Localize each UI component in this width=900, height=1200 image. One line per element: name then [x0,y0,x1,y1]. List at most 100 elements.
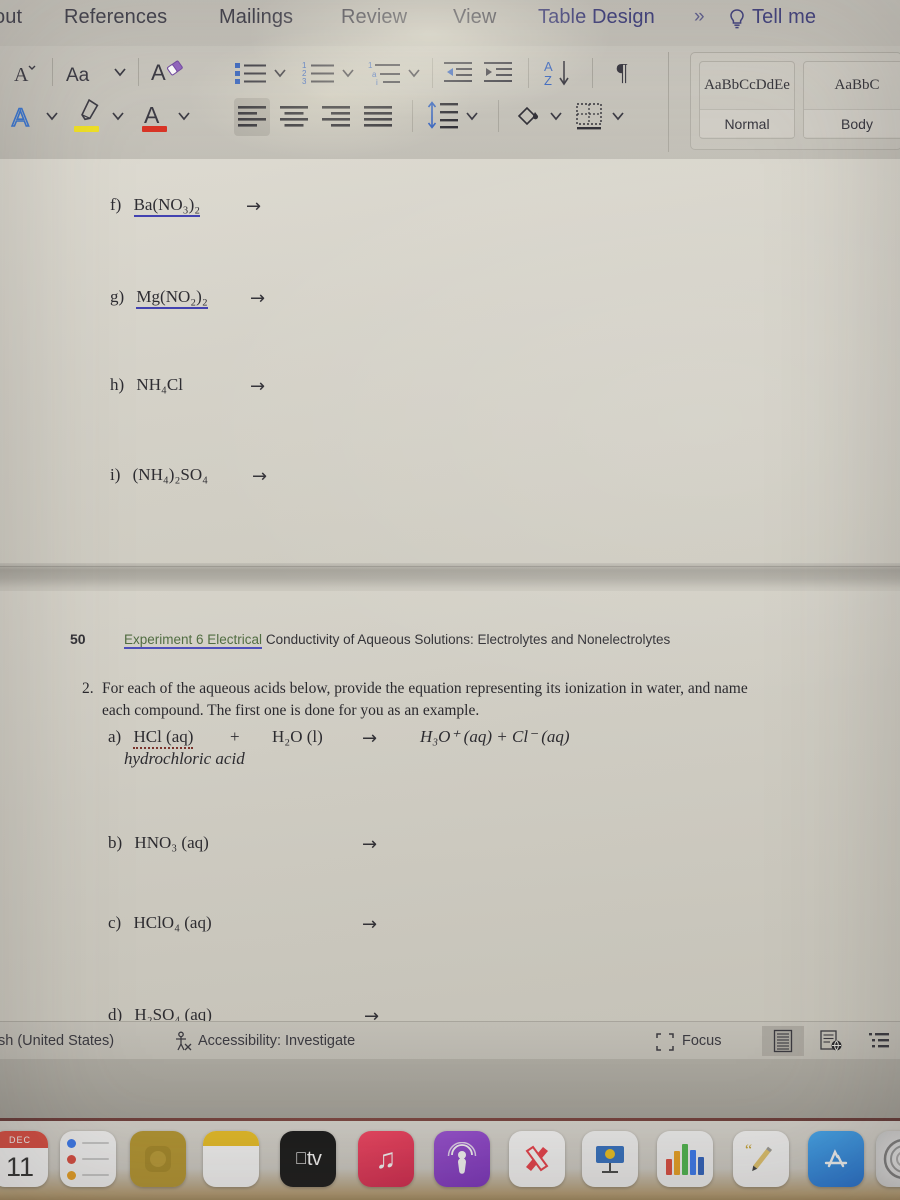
clear-formatting-button[interactable]: A [148,56,188,90]
bullets-button[interactable] [232,58,270,88]
dock-item-news[interactable] [509,1131,565,1187]
dock-item-pages[interactable]: “ [733,1131,789,1187]
item-letter: a) [108,727,122,746]
increase-indent-button[interactable] [482,58,516,88]
align-center-button[interactable] [276,98,312,136]
decrease-font-size-button[interactable]: A [8,58,42,88]
dock-item-apple-tv[interactable]: tv [280,1131,336,1187]
language-status[interactable]: sh (United States) [0,1033,114,1049]
align-left-button[interactable] [234,98,270,136]
numbers-bar-navy [698,1157,704,1175]
document-canvas[interactable]: f) Ba(NO₃)₂ → g) Mg(NO₂)₂ → h) NH₄Cl → i… [0,159,900,1021]
dock-item-safari[interactable] [876,1131,900,1187]
decrease-indent-button[interactable] [442,58,476,88]
justify-button[interactable] [360,98,396,136]
tab-layout[interactable]: out [0,6,22,29]
font-color-dropdown[interactable] [176,104,192,128]
change-case-dropdown[interactable] [112,60,128,84]
tab-review[interactable]: Review [341,6,407,29]
multilevel-list-button[interactable]: 1 a i [366,58,404,88]
divider [138,58,139,86]
dock-item-reminders[interactable] [60,1131,116,1187]
paint-bucket-icon [517,106,539,126]
list-item: c) HClO₄ (aq) [108,913,212,933]
font-color-button[interactable]: A [138,98,172,136]
align-left-icon [238,106,266,127]
screen-photo: out References Mailings Review View Tabl… [0,0,900,1200]
svg-text:Z: Z [544,73,552,88]
clear-formatting-icon: A [151,60,183,85]
dock-item-podcasts[interactable] [434,1131,490,1187]
highlighter-pen-icon [74,99,99,132]
tab-table-design[interactable]: Table Design [538,6,655,29]
justify-icon [364,106,392,127]
shading-dropdown[interactable] [548,104,564,128]
list-item: h) NH₄Cl [110,375,183,395]
calendar-month: DEC [0,1131,48,1148]
reminders-dot-red [67,1154,76,1164]
numbering-dropdown[interactable] [340,62,356,84]
reaction-arrow: → [250,376,266,397]
numbering-button[interactable]: 1 2 3 [300,58,338,88]
item-letter: b) [108,833,123,852]
shading-button[interactable] [512,98,546,136]
tell-me-label[interactable]: Tell me [752,6,816,29]
focus-icon [656,1033,674,1051]
multilevel-list-dropdown[interactable] [406,62,422,84]
numbers-bar-orange [674,1151,680,1175]
text-effects-icon: A [11,103,30,132]
apple-tv-label: tv [300,1147,322,1170]
dock-item-music[interactable]: ♫ [358,1131,414,1187]
view-outline-button[interactable] [858,1026,900,1056]
line-spacing-dropdown[interactable] [464,104,480,128]
music-note-icon: ♫ [358,1131,414,1187]
text-highlight-button[interactable] [70,98,106,136]
item-formula: NH₄Cl [136,375,183,394]
bullets-dropdown[interactable] [272,62,288,84]
view-print-layout-button[interactable] [762,1026,804,1056]
item-compound-name: hydrochloric acid [124,749,245,768]
text-effects-button[interactable]: A [6,100,42,134]
show-hide-marks-button[interactable]: ¶ [606,56,638,90]
dock-item-calendar[interactable]: DEC 11 [0,1131,48,1187]
tab-view[interactable]: View [453,6,496,29]
ribbon-overflow-icon[interactable]: » [694,6,704,28]
borders-button[interactable] [572,98,608,136]
dock-item-notes[interactable] [203,1131,259,1187]
svg-text:3: 3 [302,77,307,86]
tab-references[interactable]: References [64,6,167,29]
align-right-button[interactable] [318,98,354,136]
svg-text:A: A [14,64,29,85]
decrease-font-size-icon: A [14,64,36,85]
line-spacing-button[interactable] [424,96,462,136]
align-center-icon [280,106,308,127]
dock-item-photos[interactable] [130,1131,186,1187]
item-reactant-2: H₂O (l) [272,727,323,746]
divider [668,52,669,152]
view-web-layout-button[interactable] [810,1026,852,1056]
dock-item-app-store[interactable] [808,1131,864,1187]
text-effects-dropdown[interactable] [44,104,60,128]
item-reactant: H₂SO₄ (aq) [134,1005,212,1021]
sort-button[interactable]: A Z [540,56,580,90]
dock-item-numbers[interactable] [657,1131,713,1187]
tab-mailings[interactable]: Mailings [219,6,293,29]
change-case-button[interactable]: Aa [62,58,112,88]
accessibility-status[interactable]: Accessibility: Investigate [198,1033,355,1049]
notes-header-strip [203,1131,259,1146]
item-formula: (NH₄)₂SO₄ [132,465,209,484]
borders-dropdown[interactable] [610,104,626,128]
dock-item-keynote[interactable] [582,1131,638,1187]
style-body[interactable]: AaBbC Body [803,61,900,139]
web-layout-icon [820,1030,842,1051]
photos-pinwheel-icon [145,1146,171,1172]
style-normal[interactable]: AaBbCcDdEe Normal [699,61,795,139]
question-line-2: each compound. The first one is done for… [102,702,480,719]
text-highlight-dropdown[interactable] [110,104,126,128]
bullets-icon [235,63,266,84]
reminders-line [82,1158,109,1160]
reaction-arrow: → [362,728,378,749]
reminders-line [82,1142,109,1144]
svg-text:A: A [12,104,29,132]
focus-button[interactable]: Focus [682,1033,722,1049]
